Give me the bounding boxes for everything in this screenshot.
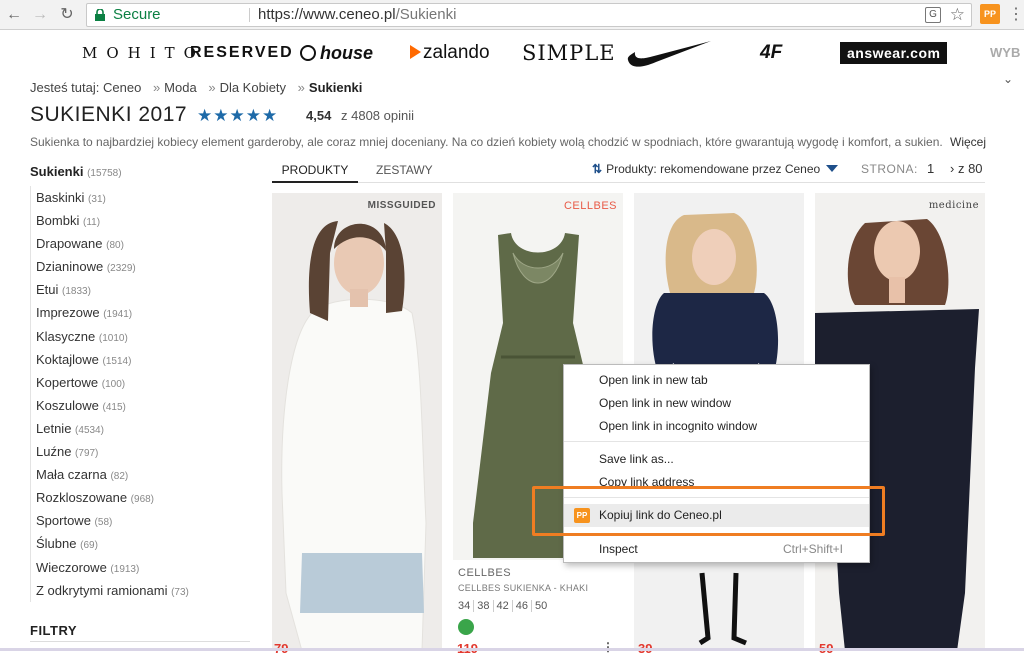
translate-icon[interactable]: G	[925, 7, 941, 23]
house-logo-icon	[300, 45, 316, 61]
bookmark-star-icon[interactable]: ☆	[950, 4, 965, 26]
breadcrumb-prefix: Jesteś tutaj:	[30, 80, 100, 95]
brand-logo-simple[interactable]: SIMPLE	[522, 40, 616, 66]
page-label: STRONA:	[861, 162, 918, 176]
breadcrumb-separator: »	[208, 80, 216, 95]
category-sidebar: Sukienki (15758) Baskinki (31) Bombki (11…	[30, 162, 250, 602]
size-option[interactable]: 50	[532, 600, 550, 612]
rating-stars-icon: ★★★★★	[197, 106, 279, 125]
sidebar-category[interactable]: Baskinki (31)	[36, 186, 250, 209]
caret-down-icon	[826, 165, 839, 172]
product-card[interactable]: MISSGUIDED	[272, 193, 442, 651]
sort-dropdown[interactable]: ⇅ Produkty: rekomendowane przez Ceneo	[592, 162, 839, 176]
size-list: 34 38 42 46 50	[458, 600, 550, 612]
menu-divider	[564, 441, 869, 442]
sidebar-category[interactable]: Bombki (11)	[36, 209, 250, 232]
filters-divider	[30, 641, 250, 642]
brand-logo-house[interactable]: house	[300, 40, 373, 66]
sidebar-category[interactable]: Z odkrytymi ramionami (73)	[36, 579, 250, 602]
address-bar[interactable]: Secure https://www.ceneo.pl/Sukienki G ☆	[86, 3, 972, 27]
product-shop[interactable]: CELLBES	[458, 567, 511, 579]
chevron-right-icon: ›	[950, 161, 955, 176]
menu-save-link[interactable]: Save link as...	[564, 448, 869, 471]
reload-icon[interactable]: ↻	[57, 5, 77, 25]
breadcrumb: Jesteś tutaj: Ceneo » Moda » Dla Kobiety »…	[30, 80, 362, 95]
size-option[interactable]: 38	[474, 600, 494, 612]
sidebar-category[interactable]: Klasyczne (1010)	[36, 325, 250, 348]
menu-open-new-window[interactable]: Open link in new window	[564, 392, 869, 415]
sidebar-category[interactable]: Ślubne (69)	[36, 532, 250, 555]
breadcrumb-separator: »	[152, 80, 161, 95]
sidebar-category[interactable]: Dzianinowe (2329)	[36, 255, 250, 278]
sidebar-category[interactable]: Rozkloszowane (968)	[36, 486, 250, 509]
menu-open-new-tab[interactable]: Open link in new tab	[564, 369, 869, 392]
rating-value: 4,54	[306, 108, 332, 123]
inspect-shortcut: Ctrl+Shift+I	[782, 542, 843, 556]
sidebar-title[interactable]: Sukienki (15758)	[30, 162, 250, 182]
page-title: SUKIENKI 2017	[30, 103, 188, 126]
zalando-logo-icon	[410, 45, 421, 59]
url-text[interactable]: https://www.ceneo.pl/Sukienki	[258, 4, 456, 26]
sidebar-category[interactable]: Wieczorowe (1913)	[36, 556, 250, 579]
brand-logo-zalando[interactable]: zalando	[410, 40, 490, 66]
brand-more-label[interactable]: WYB	[990, 40, 1020, 66]
tab-products[interactable]: PRODUKTY	[272, 162, 358, 183]
menu-open-incognito[interactable]: Open link in incognito window	[564, 415, 869, 438]
product-info: CELLBES CELLBES SUKIENKA - KHAKI 34 38 42 4…	[453, 560, 623, 651]
sidebar-category[interactable]: Imprezowe (1941)	[36, 301, 250, 324]
tab-sets[interactable]: ZESTAWY	[376, 162, 433, 183]
page-current[interactable]: 1	[927, 161, 934, 176]
sidebar-category[interactable]: Koszulowe (415)	[36, 394, 250, 417]
secure-label: Secure	[113, 6, 161, 23]
chevron-down-icon[interactable]: ⌄	[1003, 72, 1013, 86]
ceneo-extension-icon[interactable]: PP	[980, 4, 1000, 24]
breadcrumb-item[interactable]: Ceneo	[103, 80, 141, 95]
page-next[interactable]: › z 80	[950, 161, 983, 176]
brand-bar: MOHITO RESERVED house zalando SIMPLE 4F …	[0, 32, 1024, 72]
size-option[interactable]: 34	[458, 600, 475, 612]
sort-arrows-icon: ⇅	[592, 162, 603, 176]
browser-menu-icon[interactable]: ⋮	[1008, 5, 1024, 25]
size-option[interactable]: 46	[512, 600, 532, 612]
menu-inspect[interactable]: Inspect Ctrl+Shift+I	[564, 538, 869, 561]
sidebar-category[interactable]: Sportowe (58)	[36, 509, 250, 532]
more-options-icon[interactable]: ⋮	[602, 640, 614, 654]
annotation-highlight	[532, 486, 885, 536]
sidebar-category[interactable]: Drapowane (80)	[36, 232, 250, 255]
filters-heading[interactable]: FILTRY	[30, 623, 77, 638]
review-count[interactable]: z 4808 opinii	[341, 108, 414, 123]
shop-logo: medicine	[928, 200, 979, 211]
availability-dot-icon	[458, 619, 474, 635]
breadcrumb-item[interactable]: Dla Kobiety	[220, 80, 286, 95]
category-list: Baskinki (31) Bombki (11) Drapowane (80) Dz…	[30, 186, 250, 602]
category-description: Sukienka to najbardziej kobiecy element …	[30, 135, 942, 149]
brand-logo-4f[interactable]: 4F	[760, 40, 782, 66]
brand-logo-answear[interactable]: answear.com	[840, 42, 948, 64]
back-icon[interactable]: ←	[4, 5, 24, 25]
brand-logo-mohito[interactable]: MOHITO	[82, 40, 205, 66]
sidebar-category[interactable]: Luźne (797)	[36, 440, 250, 463]
forward-icon[interactable]: →	[30, 5, 50, 25]
nike-swoosh-icon[interactable]	[626, 38, 712, 70]
sidebar-category[interactable]: Kopertowe (100)	[36, 371, 250, 394]
sidebar-category[interactable]: Letnie (4534)	[36, 417, 250, 440]
browser-toolbar: ← → ↻ Secure https://www.ceneo.pl/Sukien…	[0, 0, 1024, 30]
product-photo	[281, 221, 427, 651]
breadcrumb-item[interactable]: Moda	[164, 80, 197, 95]
sidebar-category[interactable]: Etui (1833)	[36, 278, 250, 301]
lock-icon	[95, 9, 105, 21]
sidebar-category[interactable]: Mała czarna (82)	[36, 463, 250, 486]
shop-logo: MISSGUIDED	[367, 200, 436, 211]
shop-logo: CELLBES	[563, 200, 617, 212]
sidebar-category[interactable]: Koktajlowe (1514)	[36, 348, 250, 371]
omnibox-divider	[249, 8, 250, 22]
product-name[interactable]: CELLBES SUKIENKA - KHAKI	[458, 583, 588, 593]
brand-logo-reserved[interactable]: RESERVED	[190, 40, 294, 66]
breadcrumb-current: Sukienki	[308, 80, 363, 95]
breadcrumb-separator: »	[297, 80, 305, 95]
size-option[interactable]: 42	[493, 600, 513, 612]
more-link[interactable]: Więcej	[950, 135, 986, 149]
